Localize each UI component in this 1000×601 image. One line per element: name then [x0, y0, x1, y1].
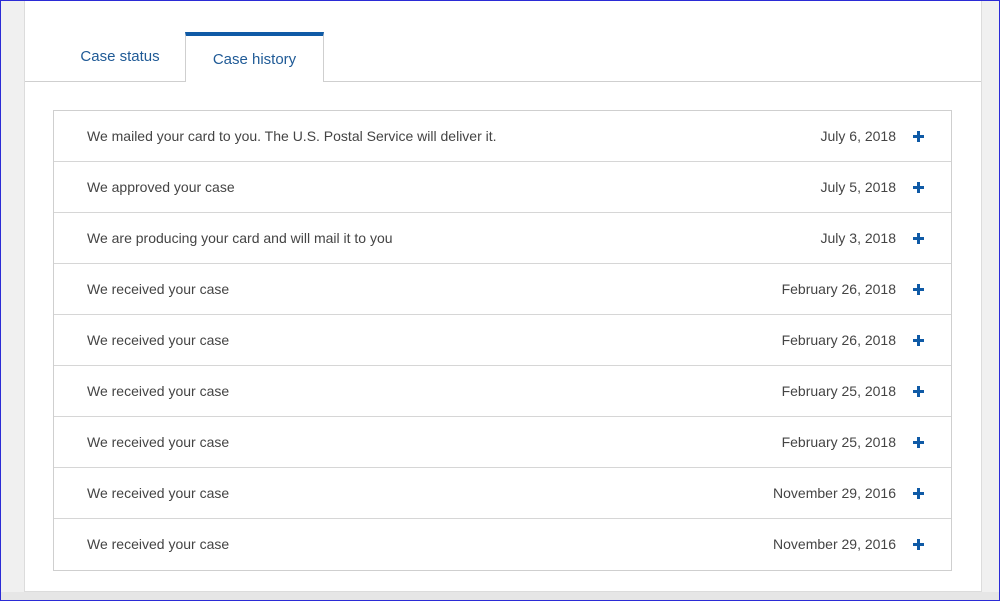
history-row[interactable]: We received your case February 25, 2018 — [54, 366, 951, 417]
plus-icon[interactable] — [911, 384, 925, 398]
history-row-date: July 6, 2018 — [820, 128, 897, 144]
history-row-description: We received your case — [87, 536, 230, 552]
history-row[interactable]: We approved your case July 5, 2018 — [54, 162, 951, 213]
history-row-description: We received your case — [87, 434, 230, 450]
history-row[interactable]: We received your case February 25, 2018 — [54, 417, 951, 468]
history-row[interactable]: We mailed your card to you. The U.S. Pos… — [54, 111, 951, 162]
history-row-date: February 25, 2018 — [781, 383, 896, 399]
history-row-description: We received your case — [87, 485, 230, 501]
history-row-date: November 29, 2016 — [773, 485, 896, 501]
history-row[interactable]: We received your case November 29, 2016 — [54, 468, 951, 519]
history-row-date: November 29, 2016 — [773, 536, 896, 552]
tab-case-history[interactable]: Case history — [185, 32, 324, 82]
case-panel: Case status Case history We mailed your … — [24, 1, 982, 592]
plus-icon[interactable] — [911, 180, 925, 194]
tab-case-history-label: Case history — [212, 50, 297, 68]
plus-icon[interactable] — [911, 282, 925, 296]
history-row-description: We received your case — [87, 281, 230, 297]
tab-bar: Case status Case history — [25, 32, 981, 82]
history-row-description: We are producing your card and will mail… — [87, 230, 393, 246]
history-row-date: July 3, 2018 — [820, 230, 897, 246]
history-row-description: We received your case — [87, 332, 230, 348]
plus-icon[interactable] — [911, 333, 925, 347]
bottom-strip — [1, 592, 999, 600]
tab-case-status-label: Case status — [80, 48, 160, 65]
history-row[interactable]: We received your case February 26, 2018 — [54, 264, 951, 315]
history-row-description: We received your case — [87, 383, 230, 399]
history-row[interactable]: We received your case November 29, 2016 — [54, 519, 951, 570]
plus-icon[interactable] — [911, 486, 925, 500]
history-row-date: February 25, 2018 — [781, 434, 896, 450]
history-row-date: February 26, 2018 — [781, 281, 896, 297]
plus-icon[interactable] — [911, 435, 925, 449]
history-row-date: July 5, 2018 — [820, 179, 897, 195]
case-history-list: We mailed your card to you. The U.S. Pos… — [53, 110, 952, 571]
history-row[interactable]: We are producing your card and will mail… — [54, 213, 951, 264]
history-row[interactable]: We received your case February 26, 2018 — [54, 315, 951, 366]
tab-case-status[interactable]: Case status — [72, 32, 168, 81]
plus-icon[interactable] — [911, 231, 925, 245]
history-row-description: We mailed your card to you. The U.S. Pos… — [87, 128, 497, 144]
screenshot-frame: Case status Case history We mailed your … — [0, 0, 1000, 601]
history-row-date: February 26, 2018 — [781, 332, 896, 348]
plus-icon[interactable] — [911, 129, 925, 143]
history-row-description: We approved your case — [87, 179, 235, 195]
plus-icon[interactable] — [911, 537, 925, 551]
